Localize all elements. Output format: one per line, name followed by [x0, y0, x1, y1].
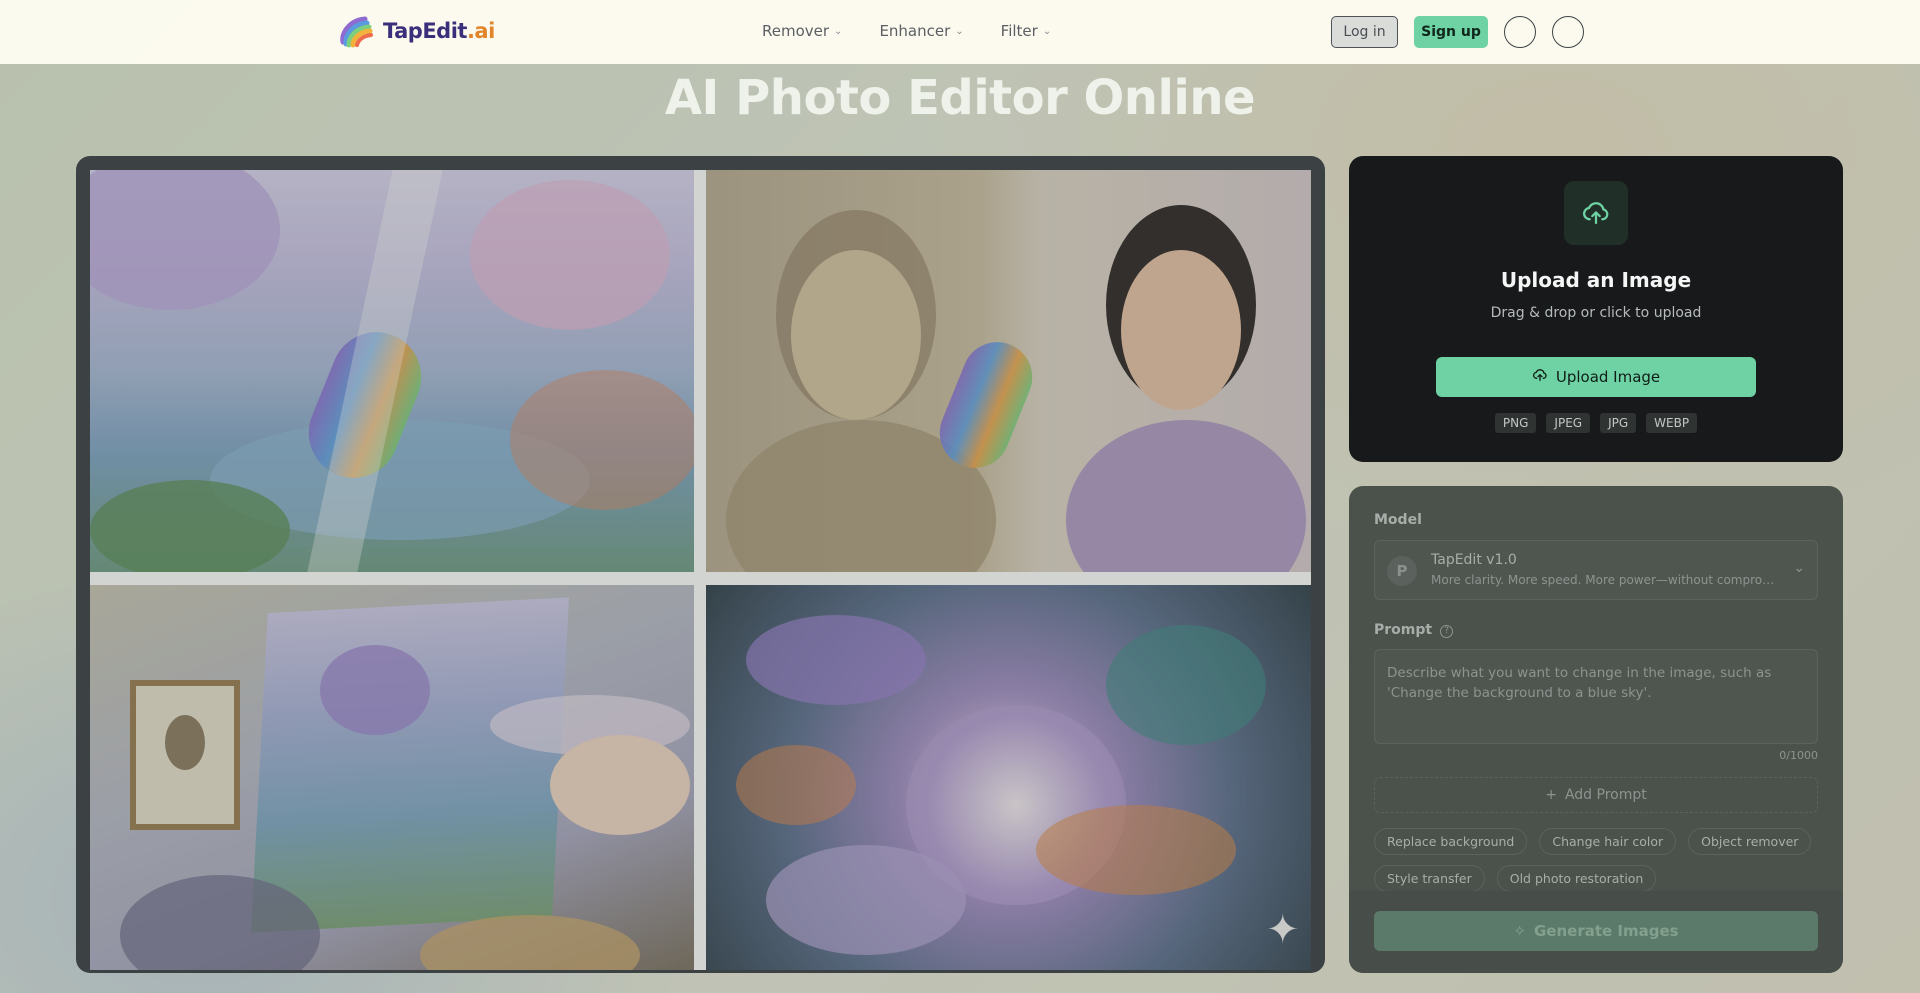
login-button[interactable]: Log in [1331, 16, 1398, 48]
model-avatar: P [1387, 556, 1417, 586]
main-nav: Remover ⌄ Enhancer ⌄ Filter ⌄ [762, 22, 1051, 40]
prompt-textarea[interactable]: Describe what you want to change in the … [1374, 649, 1818, 744]
prompt-char-counter: 0/1000 [1779, 749, 1818, 762]
add-prompt-label: Add Prompt [1564, 787, 1647, 803]
page-title: AI Photo Editor Online [664, 70, 1256, 126]
prompt-suggestions: Replace background Change hair color Obj… [1374, 828, 1818, 892]
upload-image-button[interactable]: Upload Image [1436, 357, 1756, 397]
upload-subtitle: Drag & drop or click to upload [1490, 305, 1702, 321]
nav-remover[interactable]: Remover ⌄ [762, 22, 842, 40]
chevron-down-icon: ⌄ [1793, 560, 1805, 576]
upload-button-label: Upload Image [1555, 368, 1661, 386]
suggestion-chip[interactable]: Change hair color [1539, 828, 1677, 855]
model-name: TapEdit v1.0 [1431, 552, 1517, 568]
model-select[interactable]: P TapEdit v1.0 More clarity. More speed.… [1374, 540, 1818, 600]
sparkle-icon: ✧ [1513, 922, 1526, 940]
generate-label: Generate Images [1533, 922, 1679, 940]
theme-toggle-icon[interactable] [1504, 16, 1536, 48]
add-prompt-button[interactable]: + Add Prompt [1374, 777, 1818, 813]
prompt-label-row: Prompt? [1374, 622, 1454, 638]
signup-button[interactable]: Sign up [1414, 16, 1488, 48]
nav-enhancer-label: Enhancer [879, 22, 951, 40]
suggestion-chip[interactable]: Replace background [1374, 828, 1528, 855]
format-badge: JPG [1600, 413, 1637, 433]
prompt-label: Prompt [1374, 622, 1433, 638]
gallery-dim-layer [90, 170, 1311, 970]
nav-enhancer[interactable]: Enhancer ⌄ [879, 22, 963, 40]
brand-name-main: TapEdit [383, 19, 467, 43]
format-badge: PNG [1494, 413, 1537, 433]
cloud-upload-icon [1532, 367, 1548, 387]
upload-dropzone[interactable]: Upload an Image Drag & drop or click to … [1349, 156, 1843, 462]
generate-images-button[interactable]: ✧ Generate Images [1374, 911, 1818, 951]
nav-filter[interactable]: Filter ⌄ [1001, 22, 1052, 40]
edit-form-panel: Model P TapEdit v1.0 More clarity. More … [1349, 486, 1843, 973]
chevron-down-icon: ⌄ [1042, 25, 1052, 37]
generate-footer: ✧ Generate Images [1349, 891, 1843, 973]
language-icon[interactable] [1552, 16, 1584, 48]
format-badge: JPEG [1546, 413, 1591, 433]
chevron-down-icon: ⌄ [834, 25, 843, 37]
cloud-upload-icon [1564, 181, 1628, 245]
brand-name: TapEdit.ai [383, 19, 495, 43]
nav-filter-label: Filter [1000, 22, 1038, 40]
format-badge: WEBP [1646, 413, 1698, 433]
nav-remover-label: Remover [762, 22, 830, 40]
model-description: More clarity. More speed. More power—wit… [1431, 573, 1781, 587]
showcase-gallery: ✦ [76, 156, 1325, 973]
brand-name-tld: .ai [466, 19, 495, 43]
showcase-grid: ✦ [90, 170, 1311, 970]
plus-icon: + [1545, 787, 1557, 803]
help-icon[interactable]: ? [1440, 625, 1454, 638]
brand-logo[interactable]: TapEdit.ai [337, 14, 495, 48]
rainbow-brush-icon [337, 14, 377, 48]
suggestion-chip[interactable]: Object remover [1688, 828, 1812, 855]
supported-formats: PNG JPEG JPG WEBP [1349, 413, 1843, 433]
model-label: Model [1374, 512, 1422, 528]
upload-title: Upload an Image [1500, 268, 1692, 292]
suggestion-chip[interactable]: Old photo restoration [1496, 865, 1657, 892]
chevron-down-icon: ⌄ [955, 25, 964, 37]
top-header: TapEdit.ai Remover ⌄ Enhancer ⌄ Filter ⌄ Lo… [0, 0, 1920, 64]
suggestion-chip[interactable]: Style transfer [1374, 865, 1485, 892]
